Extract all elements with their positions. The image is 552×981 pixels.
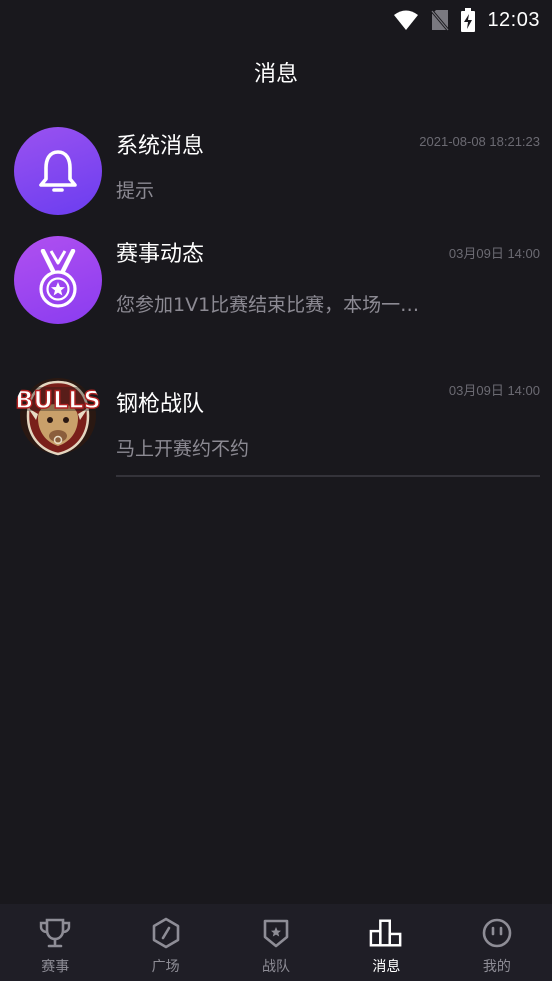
status-bar: 12:03 xyxy=(0,0,552,40)
nav-label: 广场 xyxy=(151,959,180,975)
battery-charging-icon xyxy=(461,8,476,32)
trophy-icon xyxy=(38,916,72,950)
nav-item-team[interactable]: 战队 xyxy=(221,904,331,981)
nav-label: 赛事 xyxy=(41,959,70,975)
nav-label: 战队 xyxy=(262,959,291,975)
nav-item-square[interactable]: 广场 xyxy=(110,904,220,981)
wifi-icon xyxy=(394,10,419,30)
shield-icon xyxy=(259,916,293,950)
message-time: 2021-08-08 18:21:23 xyxy=(419,134,540,149)
message-item-match[interactable]: 赛事动态 您参加1V1比赛结束比赛，本场一… 03月09日 14:00 xyxy=(0,226,552,336)
compass-icon xyxy=(149,916,183,950)
message-title: 赛事动态 xyxy=(116,242,205,267)
nav-item-events[interactable]: 赛事 xyxy=(0,904,110,981)
app-header: 消息 xyxy=(0,40,552,104)
message-time: 03月09日 14:00 xyxy=(448,246,540,261)
message-title: 系统消息 xyxy=(116,134,205,159)
message-item-system[interactable]: 系统消息 提示 2021-08-08 18:21:23 xyxy=(0,118,552,226)
divider xyxy=(116,475,540,477)
bell-icon xyxy=(39,150,77,192)
team-logo-text: BULLS xyxy=(15,386,101,414)
nav-label: 消息 xyxy=(372,959,401,975)
team-logo: BULLS xyxy=(14,378,102,456)
status-icons: 12:03 xyxy=(393,6,540,34)
medal-icon xyxy=(39,249,77,308)
nav-label: 我的 xyxy=(482,959,511,975)
bottom-nav: 赛事 广场 战队 消息 我的 xyxy=(0,904,552,981)
nav-item-messages[interactable]: 消息 xyxy=(331,904,441,981)
message-avatar xyxy=(14,127,102,215)
message-title: 钢枪战队 xyxy=(116,392,205,417)
message-preview: 提示 xyxy=(116,180,155,202)
message-time: 03月09日 14:00 xyxy=(448,383,540,398)
no-sim-icon xyxy=(431,10,450,31)
face-icon xyxy=(480,916,514,950)
clock-time: 12:03 xyxy=(487,8,540,31)
message-avatar: BULLS xyxy=(14,370,102,458)
message-preview: 您参加1V1比赛结束比赛，本场一… xyxy=(116,294,420,316)
nav-item-me[interactable]: 我的 xyxy=(442,904,552,981)
page-title: 消息 xyxy=(253,62,298,87)
message-item-team[interactable]: BULLS 钢枪战队 马上开赛约不约 03月09日 14:00 xyxy=(0,362,552,478)
message-avatar xyxy=(14,236,102,324)
message-preview: 马上开赛约不约 xyxy=(116,438,250,460)
chart-icon xyxy=(369,916,403,950)
